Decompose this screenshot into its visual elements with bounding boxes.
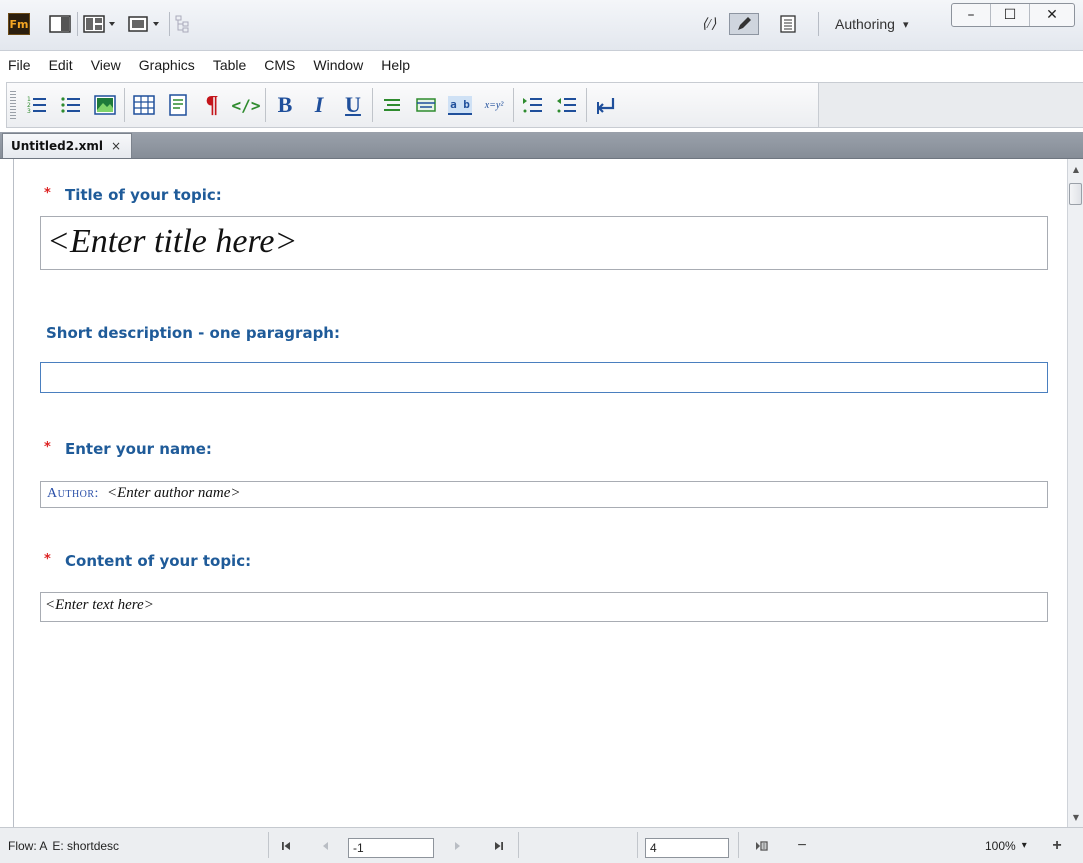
title-field[interactable]: <Enter title here> [40, 216, 1048, 270]
screen-mode-dropdown[interactable] [127, 13, 163, 35]
scroll-down-icon[interactable]: ▼ [1068, 809, 1083, 825]
underline-icon[interactable]: U [337, 89, 369, 121]
first-page-icon[interactable] [276, 836, 296, 856]
paragraph-icon[interactable]: ¶ [196, 89, 228, 121]
svg-text:3: 3 [27, 108, 31, 115]
author-view-icon[interactable] [729, 13, 759, 35]
menu-window[interactable]: Window [304, 57, 372, 73]
shortdesc-value [41, 363, 1047, 367]
framemaker-logo: Fm [8, 13, 30, 35]
window-controls: – ☐ ✕ [951, 3, 1075, 27]
zoom-level: 100% [985, 838, 1016, 853]
menu-bar: File Edit View Graphics Table CMS Window… [0, 53, 1083, 77]
text-box-icon[interactable] [410, 89, 442, 121]
shortdesc-field[interactable] [40, 362, 1048, 393]
content-field[interactable]: <Enter text here> [40, 592, 1048, 622]
document-view-icon[interactable] [774, 13, 802, 35]
line-break-icon[interactable] [590, 89, 622, 121]
name-label: Enter your name: [65, 440, 212, 458]
italic-icon[interactable]: I [303, 89, 335, 121]
xml-view-icon[interactable]: ⟨/⟩ [695, 13, 723, 35]
title-label: Title of your topic: [65, 186, 222, 204]
menu-file[interactable]: File [0, 57, 40, 73]
title-bar: Fm ⟨/⟩ Authoring ▾ – ☐ ✕ [0, 0, 1083, 51]
menu-view[interactable]: View [82, 57, 130, 73]
content-placeholder: <Enter text here> [45, 597, 154, 613]
document-canvas: * Title of your topic: <Enter title here… [13, 159, 1068, 827]
scrollbar-thumb[interactable] [1069, 183, 1082, 205]
maximize-button[interactable]: ☐ [991, 4, 1030, 26]
author-field[interactable]: Author: <Enter author name> [40, 481, 1048, 508]
close-tab-icon[interactable]: × [111, 139, 121, 153]
workspace-layout-dropdown[interactable] [83, 13, 119, 35]
document-tab-label: Untitled2.xml [11, 139, 103, 153]
required-marker: * [44, 186, 51, 201]
equation-icon[interactable]: x=y² [478, 89, 510, 121]
required-marker: * [44, 440, 51, 455]
insert-image-icon[interactable] [89, 89, 121, 121]
insert-table-icon[interactable] [128, 89, 160, 121]
shortdesc-label: Short description - one paragraph: [46, 324, 340, 342]
flow-status: Flow: A E: shortdesc [8, 828, 119, 863]
outdent-icon[interactable] [551, 89, 583, 121]
ab-icon[interactable]: a b [444, 89, 476, 121]
page-number-input[interactable]: -1 [348, 838, 434, 858]
panel-layout-icon[interactable] [49, 13, 71, 35]
next-page-icon[interactable] [447, 836, 467, 856]
indent-icon[interactable] [517, 89, 549, 121]
menu-help[interactable]: Help [372, 57, 419, 73]
align-icon[interactable] [376, 89, 408, 121]
status-bar: Flow: A E: shortdesc -1 4 − 100% ▾ + [0, 827, 1083, 863]
menu-edit[interactable]: Edit [40, 57, 82, 73]
chevron-down-icon: ▾ [902, 18, 909, 31]
flow-label: Flow: A [8, 838, 48, 853]
menu-graphics[interactable]: Graphics [130, 57, 204, 73]
minimize-button[interactable]: – [952, 4, 991, 26]
structure-view-icon [174, 13, 192, 35]
element-label: E: shortdesc [52, 838, 120, 853]
close-button[interactable]: ✕ [1030, 4, 1074, 26]
chevron-down-icon: ▾ [1021, 840, 1027, 851]
workspace-mode-dropdown[interactable]: Authoring ▾ [835, 13, 908, 35]
zoom-dropdown[interactable]: 100% ▾ [985, 828, 1027, 863]
toolbar-grip[interactable] [10, 91, 16, 119]
menu-cms[interactable]: CMS [255, 57, 304, 73]
page-count-field[interactable]: 4 [645, 838, 729, 858]
authoring-toolbar: 123 ¶ </> B I U a b x=y² [6, 82, 819, 128]
document-tab[interactable]: Untitled2.xml × [2, 133, 133, 158]
numbered-list-icon[interactable]: 123 [21, 89, 53, 121]
menu-table[interactable]: Table [204, 57, 255, 73]
scroll-up-icon[interactable]: ▲ [1068, 161, 1083, 177]
title-placeholder: <Enter title here> [47, 223, 298, 260]
content-label: Content of your topic: [65, 552, 252, 570]
previous-page-icon[interactable] [316, 836, 336, 856]
bullet-list-icon[interactable] [55, 89, 87, 121]
bold-icon[interactable]: B [269, 89, 301, 121]
go-to-page-icon[interactable] [752, 836, 772, 856]
workspace-mode-label: Authoring [835, 16, 895, 32]
zoom-in-button[interactable]: + [1047, 836, 1067, 856]
note-icon[interactable] [162, 89, 194, 121]
zoom-out-button[interactable]: − [792, 836, 812, 856]
required-marker: * [44, 552, 51, 567]
last-page-icon[interactable] [489, 836, 509, 856]
document-tab-strip: Untitled2.xml × [0, 132, 1083, 159]
vertical-scrollbar[interactable]: ▲ ▼ [1067, 159, 1083, 827]
author-placeholder: <Enter author name> [106, 485, 241, 501]
toolbar-background [819, 82, 1083, 128]
author-label: Author: [47, 485, 99, 501]
code-icon[interactable]: </> [230, 89, 262, 121]
